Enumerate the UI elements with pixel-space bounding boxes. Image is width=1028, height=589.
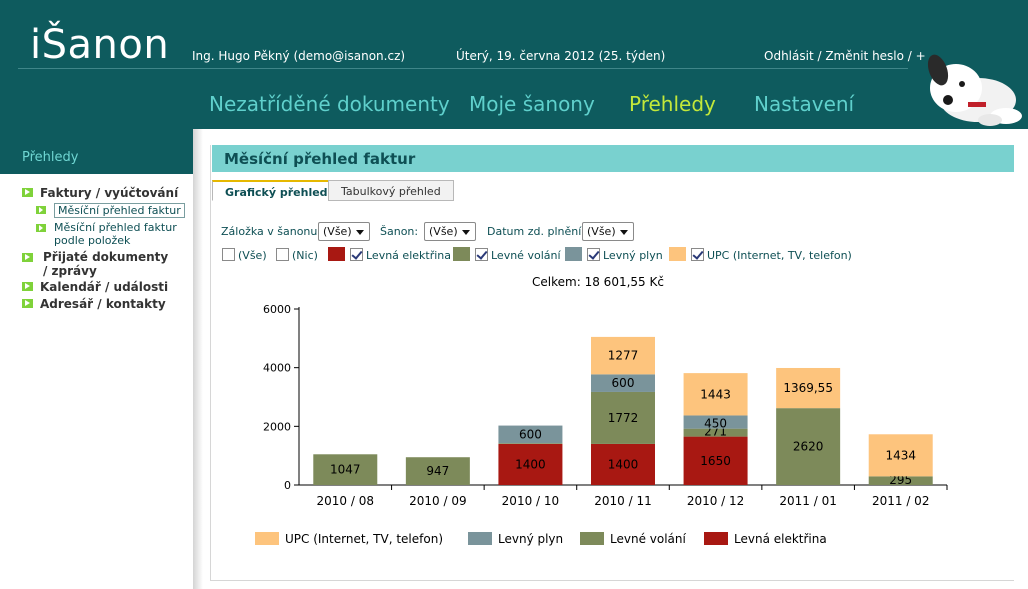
- data-label: 1369,55: [783, 381, 833, 395]
- monthly-invoices-chart: Celkem: 18 601,55 Kč 0 2000 4000 6000 2010 /…: [255, 275, 948, 546]
- nav-unsorted-documents[interactable]: Nezatříděné dokumenty: [209, 92, 450, 116]
- data-label: 2620: [793, 440, 824, 454]
- header-divider: [18, 68, 908, 69]
- sidebar-item-label: Přijaté dokumenty / zprávy: [43, 250, 169, 278]
- data-label: 1047: [330, 463, 361, 477]
- sidebar-item-invoices[interactable]: Faktury / vyúčtování: [22, 186, 178, 200]
- legend-swatch: [468, 532, 492, 545]
- sidebar-subitem-label: Měsíční přehled faktur: [54, 203, 185, 218]
- header: iŠanon Ing. Hugo Pěkný (demo@isanon.cz) …: [0, 0, 1028, 129]
- current-date: Úterý, 19. června 2012 (25. týden): [456, 49, 666, 63]
- nav-my-binders[interactable]: Moje šanony: [469, 92, 595, 116]
- y-tick-label: 2000: [263, 420, 291, 433]
- data-label: 1400: [608, 457, 639, 471]
- chart-legend: UPC (Internet, TV, telefon) Levný plyn Lev…: [255, 532, 827, 546]
- auth-links[interactable]: Odhlásit / Změnit heslo / +: [764, 49, 926, 63]
- user-info: Ing. Hugo Pěkný (demo@isanon.cz): [192, 49, 406, 63]
- x-tick-label: 2010 / 08: [317, 494, 374, 508]
- data-label: 1443: [700, 387, 731, 401]
- nav-overviews[interactable]: Přehledy: [629, 92, 716, 116]
- x-tick-label: 2011 / 02: [872, 494, 929, 508]
- main-content: Měsíční přehled faktur Grafický přehled …: [210, 145, 1014, 581]
- legend-label: Levná elektřina: [734, 532, 827, 546]
- x-tick-label: 2010 / 10: [502, 494, 559, 508]
- x-tick-label: 2011 / 01: [779, 494, 836, 508]
- chart-total: Celkem: 18 601,55 Kč: [532, 275, 664, 289]
- x-tick-label: 2010 / 09: [409, 494, 466, 508]
- data-label: 1277: [608, 349, 639, 363]
- arrow-bullet-icon: [36, 206, 46, 214]
- data-label: 1434: [885, 448, 916, 462]
- y-tick-label: 6000: [263, 303, 291, 316]
- arrow-bullet-icon: [22, 282, 33, 291]
- sidebar-item-label: Kalendář / události: [40, 280, 169, 294]
- dog-mascot-icon: [927, 54, 1022, 126]
- legend-label: Levné volání: [610, 532, 686, 546]
- legend-label: Levný plyn: [498, 532, 563, 546]
- legend-swatch: [580, 532, 604, 545]
- x-tick-label: 2010 / 11: [594, 494, 651, 508]
- sidebar-item-label: Faktury / vyúčtování: [40, 186, 179, 200]
- sidebar-item-received-documents[interactable]: Přijaté dokumenty / zprávy: [22, 250, 172, 278]
- sidebar-subitem-label: Měsíční přehled faktur podle položek: [54, 221, 177, 247]
- data-label: 1772: [608, 411, 639, 425]
- legend-swatch: [255, 532, 279, 545]
- app-logo[interactable]: iŠanon: [30, 22, 169, 68]
- sidebar-subitem-monthly-invoices[interactable]: Měsíční přehled faktur: [36, 203, 185, 218]
- data-label: 1650: [700, 454, 731, 468]
- data-label: 600: [519, 427, 542, 441]
- data-label: 600: [612, 376, 635, 390]
- legend-swatch: [704, 532, 728, 545]
- sidebar-item-contacts[interactable]: Adresář / kontakty: [22, 297, 166, 311]
- legend-label: UPC (Internet, TV, telefon): [285, 532, 443, 546]
- arrow-bullet-icon: [22, 299, 33, 308]
- x-tick-label: 2010 / 12: [687, 494, 744, 508]
- chart-plot: 0 2000 4000 6000 2010 / 08 1047 2010 / 09 947 20…: [263, 303, 948, 508]
- data-label: 947: [426, 464, 449, 478]
- sidebar-item-calendar[interactable]: Kalendář / události: [22, 280, 168, 294]
- nav-settings[interactable]: Nastavení: [754, 92, 854, 116]
- arrow-bullet-icon: [22, 253, 33, 262]
- data-label: 1400: [515, 457, 546, 471]
- sidebar-item-label: Adresář / kontakty: [40, 297, 166, 311]
- y-tick-label: 4000: [263, 362, 291, 375]
- sidebar-shadow: [193, 129, 203, 589]
- sidebar-title: Přehledy: [22, 150, 79, 165]
- arrow-bullet-icon: [36, 224, 46, 232]
- arrow-bullet-icon: [22, 188, 33, 197]
- y-tick-label: 0: [284, 479, 291, 492]
- sidebar-header: Přehledy: [0, 129, 193, 174]
- data-label: 450: [704, 417, 727, 431]
- sidebar-subitem-monthly-by-items[interactable]: Měsíční přehled faktur podle položek: [36, 221, 186, 247]
